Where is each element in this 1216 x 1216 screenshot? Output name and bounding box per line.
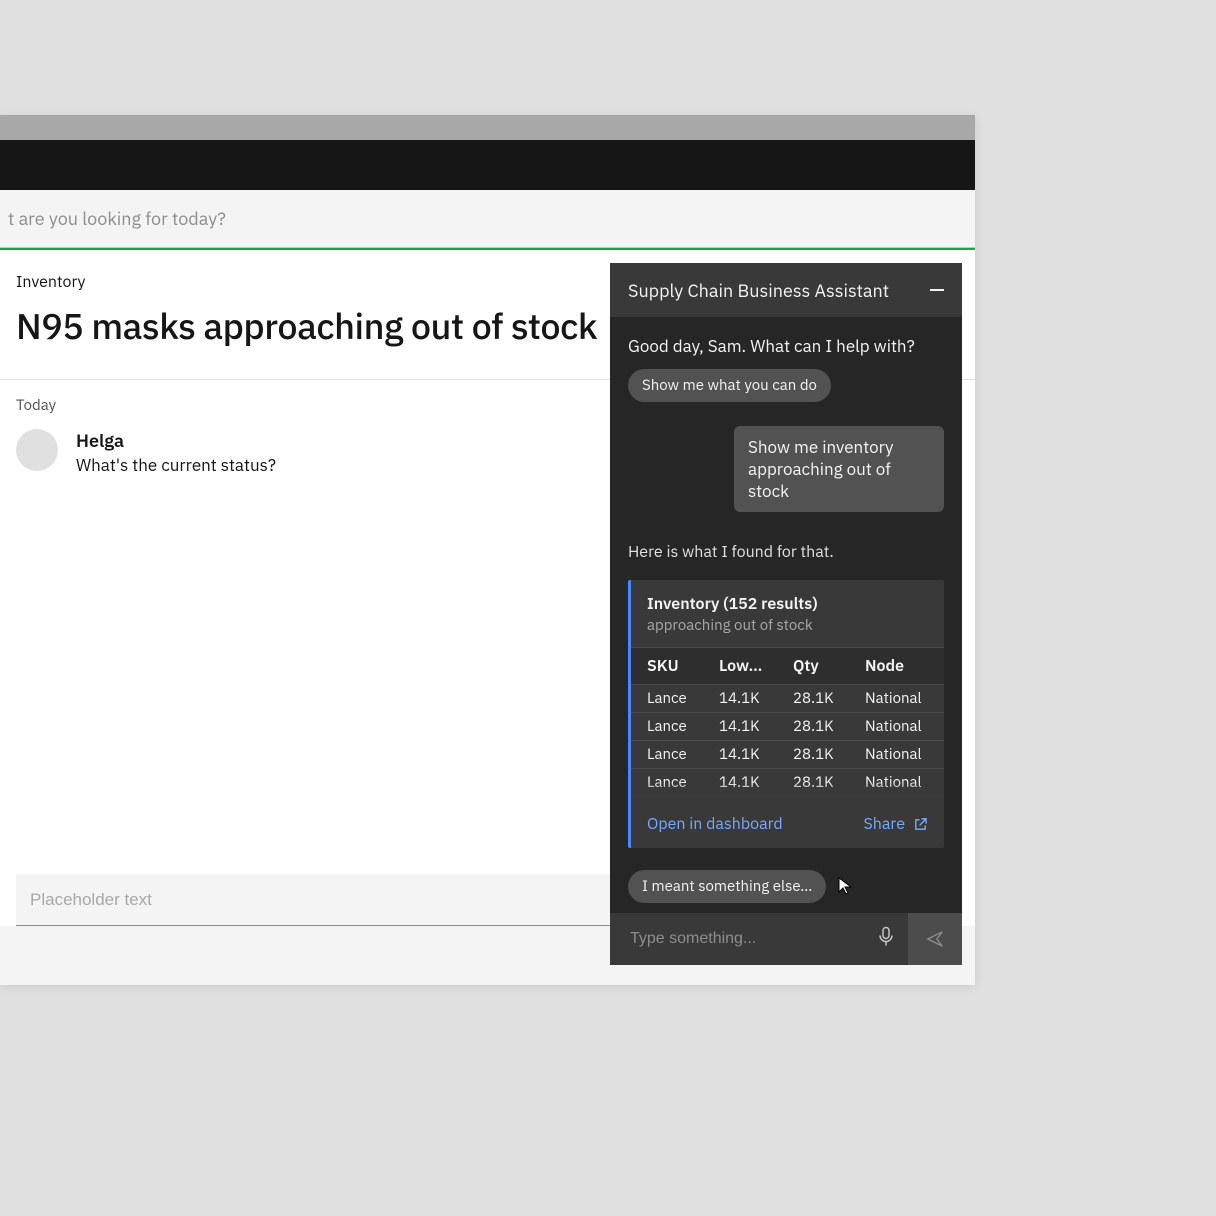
table-cell: 14.1K [719, 745, 793, 764]
table-cell: 14.1K [719, 801, 793, 802]
table-cell: National [865, 745, 928, 764]
table-cell: Lance [647, 689, 719, 708]
global-search-placeholder: t are you looking for today? [8, 207, 226, 230]
col-qty: Qty [793, 656, 865, 676]
share-label: Share [863, 814, 905, 834]
table-cell: Lance [647, 801, 719, 802]
table-cell: 28.1K [793, 773, 865, 792]
assistant-title: Supply Chain Business Assistant [628, 279, 889, 302]
assistant-send-button[interactable] [908, 913, 962, 965]
user-message: Show me inventory approaching out of sto… [734, 426, 944, 512]
table-cell: 28.1K [793, 717, 865, 736]
table-cell: 28.1K [793, 689, 865, 708]
table-row[interactable]: Lance14.1K28.1KNational [631, 684, 944, 712]
col-low: Low… [719, 656, 793, 676]
table-cell: 14.1K [719, 773, 793, 792]
card-title: Inventory (152 results) [647, 594, 928, 614]
assistant-input[interactable] [630, 930, 888, 948]
assistant-greeting: Good day, Sam. What can I help with? [628, 335, 944, 357]
table-cell: Lance [647, 717, 719, 736]
table-cell: 28.1K [793, 745, 865, 764]
minimize-icon[interactable] [930, 289, 944, 291]
table-cell: Lance [647, 745, 719, 764]
assistant-input-wrap[interactable] [610, 913, 908, 965]
table-cell: National [865, 773, 928, 792]
suggestion-chip-capabilities[interactable]: Show me what you can do [628, 369, 831, 402]
card-subtitle: approaching out of stock [647, 616, 928, 635]
open-dashboard-link[interactable]: Open in dashboard [647, 814, 783, 834]
avatar [16, 429, 58, 471]
assistant-body: Good day, Sam. What can I help with? Sho… [610, 317, 962, 913]
suggestion-chip-else[interactable]: I meant something else… [628, 870, 826, 903]
microphone-icon[interactable] [878, 927, 894, 952]
bot-reply: Here is what I found for that. [628, 542, 944, 562]
assistant-composer [610, 913, 962, 965]
assistant-panel: Supply Chain Business Assistant Good day… [610, 263, 962, 965]
table-row[interactable]: Lance14.1K28.1KNational [631, 768, 944, 796]
col-sku: SKU [647, 656, 719, 676]
share-link[interactable]: Share [863, 814, 928, 834]
table-row[interactable]: Lance14.1K28.1KNational [631, 712, 944, 740]
launch-icon [913, 817, 928, 832]
comment-author: Helga [76, 429, 124, 452]
table-cell: National [865, 689, 928, 708]
table-cell: Lance [647, 773, 719, 792]
send-icon [926, 930, 944, 948]
col-node: Node [865, 656, 928, 676]
table-header-row: SKU Low… Qty Node [631, 647, 944, 684]
global-search-row[interactable]: t are you looking for today? [0, 190, 975, 248]
table-cell: National [865, 801, 928, 802]
assistant-header: Supply Chain Business Assistant [610, 263, 962, 317]
table-row[interactable]: Lance14.1K28.1KNational [631, 796, 944, 802]
table-cell: 28.1K [793, 801, 865, 802]
table-row[interactable]: Lance14.1K28.1KNational [631, 740, 944, 768]
window-titlebar [0, 115, 975, 140]
results-card: Inventory (152 results) approaching out … [628, 580, 944, 848]
table-cell: National [865, 717, 928, 736]
table-cell: 14.1K [719, 717, 793, 736]
app-topbar [0, 140, 975, 190]
table-cell: 14.1K [719, 689, 793, 708]
